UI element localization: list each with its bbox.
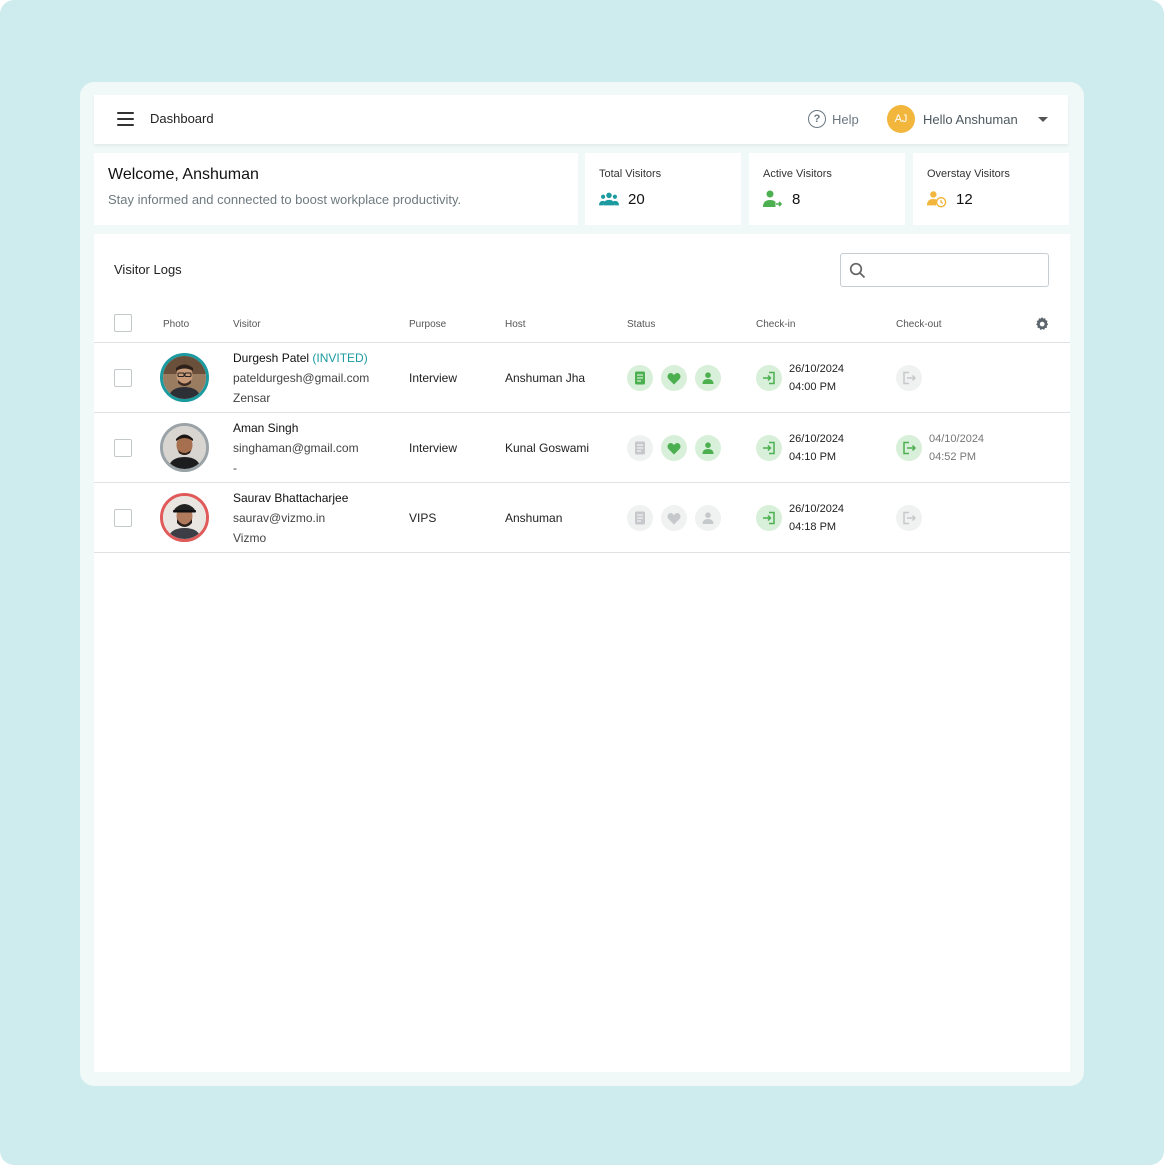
visitor-name[interactable]: Saurav Bhattacharjee xyxy=(233,491,348,505)
table-header: Photo Visitor Purpose Host Status Check-… xyxy=(94,308,1070,343)
visitor-name[interactable]: Durgesh Patel (INVITED) xyxy=(233,351,368,365)
check-in-time-text: 04:10 PM xyxy=(789,451,837,463)
stat-value: 8 xyxy=(792,190,801,208)
panel-title: Visitor Logs xyxy=(114,262,182,277)
check-out-icon[interactable] xyxy=(896,505,922,531)
check-in-date-text: 26/10/2024 xyxy=(789,363,845,375)
purpose-cell: Interview xyxy=(409,371,458,385)
avatar: AJ xyxy=(887,105,915,133)
welcome-card: Welcome, Anshuman Stay informed and conn… xyxy=(94,153,578,225)
column-header-visitor[interactable]: Visitor xyxy=(233,319,261,330)
document-status-icon[interactable] xyxy=(627,435,653,461)
heart-status-icon[interactable] xyxy=(661,505,687,531)
column-header-photo[interactable]: Photo xyxy=(163,319,189,330)
check-in-time: 26/10/2024 04:18 PM xyxy=(789,500,844,536)
check-in-time: 26/10/2024 04:00 PM xyxy=(789,360,844,396)
check-in-time: 26/10/2024 04:10 PM xyxy=(789,430,844,466)
visitor-email: singhaman@gmail.com xyxy=(233,441,359,455)
gear-icon[interactable] xyxy=(1034,316,1050,332)
table-row[interactable]: Durgesh Patel (INVITED) pateldurgesh@gma… xyxy=(94,343,1070,413)
check-out-time-text: 04:52 PM xyxy=(929,451,977,463)
check-out-icon[interactable] xyxy=(896,435,922,461)
person-arrow-icon xyxy=(763,190,783,208)
table-row[interactable]: Aman Singh singhaman@gmail.com - Intervi… xyxy=(94,413,1070,483)
chevron-down-icon[interactable] xyxy=(1037,116,1048,122)
invited-tag: (INVITED) xyxy=(312,351,368,365)
check-out-date-text: 04/10/2024 xyxy=(929,433,985,445)
select-all-checkbox[interactable] xyxy=(114,314,132,332)
visitor-email: saurav@vizmo.in xyxy=(233,511,326,525)
visitor-company: Vizmo xyxy=(233,531,267,545)
column-header-purpose[interactable]: Purpose xyxy=(409,319,446,330)
table-row[interactable]: Saurav Bhattacharjee saurav@vizmo.in Viz… xyxy=(94,483,1070,553)
check-in-date-text: 26/10/2024 xyxy=(789,433,845,445)
visitor-email: pateldurgesh@gmail.com xyxy=(233,371,370,385)
help-link[interactable]: ? Help xyxy=(808,110,859,128)
visitor-name-text: Durgesh Patel xyxy=(233,351,310,365)
check-in-icon[interactable] xyxy=(756,365,782,391)
host-cell: Anshuman Jha xyxy=(505,371,586,385)
host-cell: Anshuman xyxy=(505,511,563,525)
visitor-company: - xyxy=(233,461,237,475)
stat-label: Overstay Visitors xyxy=(927,168,1010,180)
stat-card-overstay-visitors: Overstay Visitors 12 xyxy=(913,153,1069,225)
person-status-icon[interactable] xyxy=(695,435,721,461)
visitor-photo xyxy=(160,493,209,542)
search-input[interactable] xyxy=(873,260,1043,280)
top-bar: Dashboard ? Help AJ Hello Anshuman xyxy=(94,95,1068,144)
stat-value: 20 xyxy=(628,190,645,208)
hamburger-menu-icon[interactable] xyxy=(117,112,134,126)
visitor-company: Zensar xyxy=(233,391,271,405)
visitor-photo xyxy=(160,353,209,402)
stat-value: 12 xyxy=(956,190,973,208)
heart-status-icon[interactable] xyxy=(661,365,687,391)
check-in-time-text: 04:00 PM xyxy=(789,381,837,393)
row-checkbox[interactable] xyxy=(114,509,132,527)
stat-label: Total Visitors xyxy=(599,168,662,180)
stat-card-total-visitors: Total Visitors 20 xyxy=(585,153,741,225)
document-status-icon[interactable] xyxy=(627,505,653,531)
check-in-icon[interactable] xyxy=(756,435,782,461)
visitor-name[interactable]: Aman Singh xyxy=(233,421,298,435)
host-cell: Kunal Goswami xyxy=(505,441,590,455)
group-icon xyxy=(599,190,619,208)
welcome-title: Welcome, Anshuman xyxy=(108,166,259,183)
stat-card-active-visitors: Active Visitors 8 xyxy=(749,153,905,225)
purpose-cell: Interview xyxy=(409,441,458,455)
check-in-icon[interactable] xyxy=(756,505,782,531)
column-header-status[interactable]: Status xyxy=(627,319,655,330)
status-group xyxy=(627,435,721,461)
visitor-logs-panel: Visitor Logs Photo Visitor Purpose Host … xyxy=(94,234,1070,1072)
person-status-icon[interactable] xyxy=(695,505,721,531)
check-out-time: 04/10/2024 04:52 PM xyxy=(929,430,984,466)
user-greeting: Hello Anshuman xyxy=(923,111,1018,127)
purpose-cell: VIPS xyxy=(409,511,437,525)
help-label: Help xyxy=(832,111,859,127)
search-icon xyxy=(849,262,866,279)
user-menu[interactable]: AJ Hello Anshuman xyxy=(887,105,1048,133)
help-icon: ? xyxy=(808,110,826,128)
person-clock-icon xyxy=(927,190,947,208)
welcome-subtitle: Stay informed and connected to boost wor… xyxy=(108,192,462,207)
check-out-icon[interactable] xyxy=(896,365,922,391)
stat-label: Active Visitors xyxy=(763,168,832,180)
visitor-photo xyxy=(160,423,209,472)
check-in-time-text: 04:18 PM xyxy=(789,521,837,533)
status-group xyxy=(627,505,721,531)
heart-status-icon[interactable] xyxy=(661,435,687,461)
row-checkbox[interactable] xyxy=(114,369,132,387)
column-header-check-in[interactable]: Check-in xyxy=(756,319,795,330)
status-group xyxy=(627,365,721,391)
column-header-check-out[interactable]: Check-out xyxy=(896,319,942,330)
column-header-host[interactable]: Host xyxy=(505,319,526,330)
document-status-icon[interactable] xyxy=(627,365,653,391)
page-title: Dashboard xyxy=(150,111,214,126)
search-box[interactable] xyxy=(840,253,1049,287)
person-status-icon[interactable] xyxy=(695,365,721,391)
row-checkbox[interactable] xyxy=(114,439,132,457)
check-in-date-text: 26/10/2024 xyxy=(789,503,845,515)
